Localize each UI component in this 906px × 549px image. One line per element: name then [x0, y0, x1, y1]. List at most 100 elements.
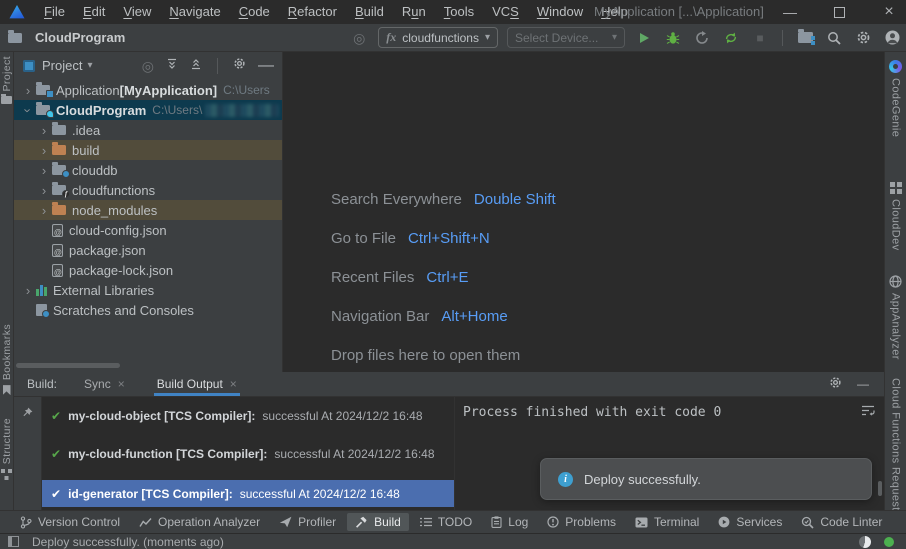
toolwindow-button-operation-analyzer[interactable]: Operation Analyzer: [131, 513, 268, 531]
tool-stripe-bookmarks[interactable]: Bookmarks: [0, 324, 13, 396]
menu-build[interactable]: Build: [346, 0, 393, 24]
toolwindow-button-terminal[interactable]: Terminal: [627, 513, 707, 531]
hide-panel-icon[interactable]: —: [258, 57, 274, 75]
device-manager-icon: [797, 29, 815, 45]
tree-chevron-icon[interactable]: ›: [20, 84, 36, 97]
toolwindow-button-log[interactable]: Log: [483, 513, 536, 531]
shortcut-label: Go to File: [331, 230, 397, 247]
expand-all-icon[interactable]: [166, 57, 178, 75]
tree-item-build[interactable]: › build: [14, 140, 282, 160]
tool-stripe-clouddev[interactable]: CloudDev: [885, 182, 906, 251]
toolwindow-button-profiler[interactable]: Profiler: [271, 513, 344, 531]
tab-sync[interactable]: Sync ×: [81, 372, 128, 396]
toolwindow-button-services[interactable]: Services: [710, 513, 790, 531]
menu-tools[interactable]: Tools: [435, 0, 483, 24]
menu-navigate[interactable]: Navigate: [160, 0, 229, 24]
menu-refactor[interactable]: Refactor: [279, 0, 346, 24]
hide-build-panel-icon[interactable]: —: [857, 377, 869, 391]
tree-item-cloudprogram[interactable]: › CloudProgram C:\Users\: [14, 100, 282, 120]
close-icon[interactable]: ×: [118, 378, 125, 390]
toolwindow-button-version-control[interactable]: Version Control: [12, 513, 128, 531]
console-scrollbar[interactable]: [878, 481, 882, 496]
build-result-row[interactable]: ✔ my-cloud-function [TCS Compiler]: succes…: [42, 442, 454, 465]
toolwindow-button-label: Profiler: [298, 515, 337, 529]
profile-button[interactable]: [882, 28, 902, 48]
tree-item-scratches-and-consoles[interactable]: Scratches and Consoles: [14, 300, 282, 320]
maximize-button[interactable]: [822, 0, 856, 24]
debug-button[interactable]: [663, 28, 683, 48]
menu-file[interactable]: File: [35, 0, 74, 24]
tree-chevron-icon[interactable]: ›: [36, 204, 52, 217]
toolwindow-button-build[interactable]: Build: [347, 513, 409, 531]
tool-stripe-codegenie[interactable]: CodeGenie: [885, 60, 906, 137]
panel-settings-icon[interactable]: [233, 57, 246, 75]
tree-item-idea[interactable]: › .idea: [14, 120, 282, 140]
attach-debugger-button[interactable]: [692, 28, 712, 48]
run-config-select[interactable]: fx cloudfunctions ▾: [378, 27, 498, 48]
tree-chevron-icon[interactable]: ›: [36, 124, 52, 137]
device-manager-button[interactable]: [795, 28, 815, 48]
build-settings-icon[interactable]: [829, 376, 842, 392]
collapse-all-icon[interactable]: [190, 57, 202, 75]
tree-item-package-lock-json[interactable]: package-lock.json: [14, 260, 282, 280]
toolwindow-button-code-linter[interactable]: Code Linter: [793, 513, 890, 531]
tree-chevron-icon[interactable]: ›: [36, 144, 52, 157]
toolwindow-button-problems[interactable]: Problems: [539, 513, 624, 531]
tool-stripe-project[interactable]: Project: [0, 56, 13, 105]
codegenie-status-icon[interactable]: [859, 535, 871, 548]
toolwindow-button-label: Problems: [565, 515, 616, 529]
close-button[interactable]: ×: [872, 0, 906, 24]
close-icon[interactable]: ×: [230, 378, 237, 390]
run-button[interactable]: [634, 28, 654, 48]
tree-chevron-icon[interactable]: ›: [21, 102, 36, 118]
menu-window[interactable]: Window: [528, 0, 592, 24]
locate-icon[interactable]: ◎: [349, 28, 369, 48]
tab-build-output[interactable]: Build Output ×: [154, 372, 240, 396]
menu-view[interactable]: View: [114, 0, 160, 24]
deploy-notification[interactable]: i Deploy successfully.: [540, 458, 872, 500]
soft-wrap-icon[interactable]: [861, 404, 875, 422]
build-result-row[interactable]: ✔ id-generator [TCS Compiler]: successful …: [42, 480, 454, 507]
tree-item-application-myapplication[interactable]: › Application [MyApplication] C:\Users: [14, 80, 282, 100]
database-folder-icon: [52, 162, 70, 178]
settings-button[interactable]: [853, 28, 873, 48]
tree-item-cloud-config-json[interactable]: cloud-config.json: [14, 220, 282, 240]
build-console[interactable]: Process finished with exit code 0 i Depl…: [455, 397, 884, 510]
horizontal-scrollbar[interactable]: [16, 363, 120, 368]
minimize-button[interactable]: —: [773, 0, 807, 24]
tool-stripe-appanalyzer[interactable]: AppAnalyzer: [885, 275, 906, 360]
tool-stripe-cloud-functions-requestor[interactable]: Cloud Functions Requestor: [885, 378, 906, 510]
tree-item-external-libraries[interactable]: › External Libraries: [14, 280, 282, 300]
device-select[interactable]: Select Device... ▾: [507, 27, 625, 48]
search-everywhere-button[interactable]: [824, 28, 844, 48]
run-config-value: cloudfunctions: [402, 30, 479, 45]
update-run-button[interactable]: [721, 28, 741, 48]
tree-item-label: package.json: [69, 242, 146, 258]
tab-label: Sync: [84, 377, 111, 391]
tree-item-clouddb[interactable]: › clouddb: [14, 160, 282, 180]
function-icon: fx: [386, 30, 397, 44]
tool-stripe-label: Structure: [0, 418, 13, 465]
tree-chevron-icon[interactable]: ›: [36, 164, 52, 177]
chevron-down-icon: ▾: [87, 60, 93, 71]
tool-stripe-structure[interactable]: Structure: [0, 418, 13, 481]
menu-vcs[interactable]: VCS: [483, 0, 528, 24]
tool-window-toggle-icon[interactable]: [8, 536, 19, 547]
tree-item-node-modules[interactable]: › node_modules: [14, 200, 282, 220]
tree-chevron-icon[interactable]: ›: [36, 184, 52, 197]
toolwindow-button-todo[interactable]: TODO: [412, 513, 480, 531]
pin-icon[interactable]: [21, 406, 34, 510]
toolwindow-button-label: Operation Analyzer: [158, 515, 261, 529]
tree-item-package-json[interactable]: package.json: [14, 240, 282, 260]
build-result-row[interactable]: ✔ my-cloud-object [TCS Compiler]: successf…: [42, 404, 454, 427]
project-panel-header: Project ▾ ◎ —: [14, 52, 282, 79]
menu-edit[interactable]: Edit: [74, 0, 114, 24]
tree-chevron-icon[interactable]: ›: [20, 284, 36, 297]
menu-code[interactable]: Code: [230, 0, 279, 24]
tree-item-cloudfunctions[interactable]: › f cloudfunctions: [14, 180, 282, 200]
menu-run[interactable]: Run: [393, 0, 435, 24]
locate-file-icon[interactable]: ◎: [142, 59, 154, 73]
project-view-selector[interactable]: Project: [42, 58, 82, 73]
stop-button[interactable]: ■: [750, 28, 770, 48]
tool-stripe-label: CloudDev: [889, 199, 902, 251]
